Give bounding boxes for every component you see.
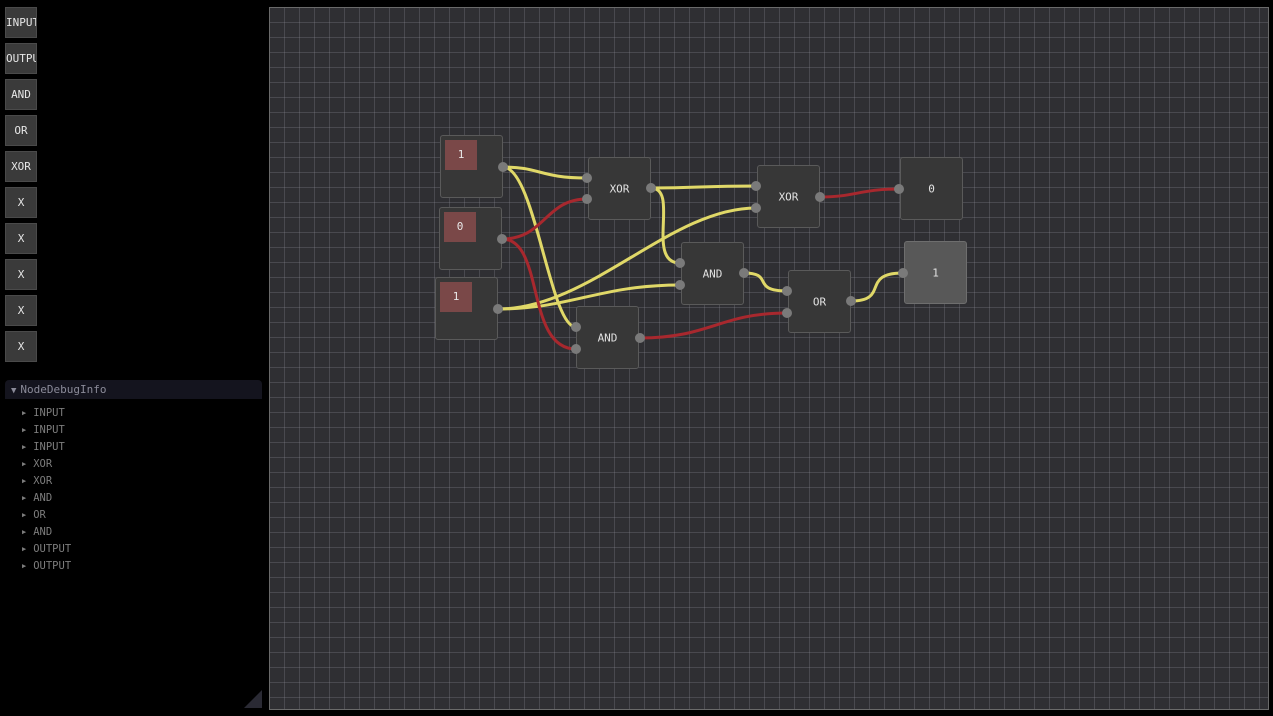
node-editor-canvas[interactable]: 1 0 1 XOR XOR AND AND OR 0 1 xyxy=(269,7,1269,710)
input-pin[interactable] xyxy=(675,280,685,290)
wire-xor1-xor2 xyxy=(649,184,758,190)
input-pin[interactable] xyxy=(751,203,761,213)
debug-tree-item[interactable]: ▶ AND xyxy=(22,524,52,540)
debug-tree-item[interactable]: ▶ INPUT xyxy=(22,439,65,455)
wire-or1-carry xyxy=(849,271,905,303)
wire-input1-and2 xyxy=(501,165,578,329)
input-pin[interactable] xyxy=(894,184,904,194)
debug-tree-item[interactable]: ▶ OR xyxy=(22,507,46,523)
input-toggle-2[interactable]: 0 xyxy=(444,212,476,242)
toolbar-x-button-1[interactable]: X xyxy=(5,187,37,218)
output-node-sum[interactable]: 0 xyxy=(900,157,963,220)
output-node-carry[interactable]: 1 xyxy=(904,241,967,304)
and-gate-node-1[interactable]: AND xyxy=(681,242,744,305)
wire-and2-or1 xyxy=(638,311,789,340)
debug-tree-item[interactable]: ▶ INPUT xyxy=(22,405,65,421)
node-label: XOR xyxy=(778,190,799,203)
expand-triangle-icon: ▶ xyxy=(22,426,27,434)
node-label: AND xyxy=(597,331,618,344)
add-and-button[interactable]: AND xyxy=(5,79,37,110)
expand-triangle-icon: ▶ xyxy=(22,460,27,468)
wire-input2-xor1 xyxy=(500,197,589,241)
input-pin[interactable] xyxy=(782,308,792,318)
wire-and1-or1 xyxy=(742,271,789,293)
expand-triangle-icon: ▶ xyxy=(22,528,27,536)
expand-triangle-icon: ▶ xyxy=(22,443,27,451)
input-pin[interactable] xyxy=(675,258,685,268)
input-pin[interactable] xyxy=(898,268,908,278)
expand-triangle-icon: ▶ xyxy=(22,409,27,417)
output-pin[interactable] xyxy=(739,268,749,278)
node-label: AND xyxy=(702,267,723,280)
expand-triangle-icon: ▶ xyxy=(22,545,27,553)
input-node-2[interactable]: 0 xyxy=(439,207,502,270)
debug-tree-item[interactable]: ▶ AND xyxy=(22,490,52,506)
node-debug-info-header[interactable]: ▼ NodeDebugInfo xyxy=(5,380,262,399)
node-label: XOR xyxy=(609,182,630,195)
add-input-button[interactable]: INPUT xyxy=(5,7,37,38)
resize-grip-icon[interactable] xyxy=(244,690,262,708)
wire-layer xyxy=(496,165,905,351)
debug-panel-title: NodeDebugInfo xyxy=(20,383,107,396)
wire-input2-and2 xyxy=(500,237,578,351)
expand-triangle-icon: ▶ xyxy=(22,494,27,502)
output-pin[interactable] xyxy=(646,183,656,193)
input-node-1[interactable]: 1 xyxy=(440,135,503,198)
input-pin[interactable] xyxy=(751,181,761,191)
collapse-triangle-icon: ▼ xyxy=(11,386,17,396)
input-pin[interactable] xyxy=(571,344,581,354)
wire-xor1-and1 xyxy=(649,186,682,265)
debug-tree-item[interactable]: ▶ XOR xyxy=(22,456,52,472)
input-toggle-1[interactable]: 1 xyxy=(445,140,477,170)
xor-gate-node-1[interactable]: XOR xyxy=(588,157,651,220)
toolbar-x-button-3[interactable]: X xyxy=(5,259,37,290)
and-gate-node-2[interactable]: AND xyxy=(576,306,639,369)
input-node-3[interactable]: 1 xyxy=(435,277,498,340)
debug-tree-item[interactable]: ▶ INPUT xyxy=(22,422,65,438)
expand-triangle-icon: ▶ xyxy=(22,511,27,519)
or-gate-node[interactable]: OR xyxy=(788,270,851,333)
output-pin[interactable] xyxy=(493,304,503,314)
xor-gate-node-2[interactable]: XOR xyxy=(757,165,820,228)
input-pin[interactable] xyxy=(582,173,592,183)
input-pin[interactable] xyxy=(571,322,581,332)
output-pin[interactable] xyxy=(498,162,508,172)
toolbar-x-button-4[interactable]: X xyxy=(5,295,37,326)
debug-tree-item[interactable]: ▶ OUTPUT xyxy=(22,541,71,557)
toolbar-x-button-5[interactable]: X xyxy=(5,331,37,362)
output-pin[interactable] xyxy=(497,234,507,244)
add-output-button[interactable]: OUTPUT xyxy=(5,43,37,74)
add-or-button[interactable]: OR xyxy=(5,115,37,146)
expand-triangle-icon: ▶ xyxy=(22,562,27,570)
pin-layer xyxy=(493,162,908,354)
expand-triangle-icon: ▶ xyxy=(22,477,27,485)
output-pin[interactable] xyxy=(635,333,645,343)
input-pin[interactable] xyxy=(582,194,592,204)
add-xor-button[interactable]: XOR xyxy=(5,151,37,182)
output-pin[interactable] xyxy=(815,192,825,202)
wire-input1-xor1 xyxy=(501,165,589,180)
debug-tree-item[interactable]: ▶ OUTPUT xyxy=(22,558,71,574)
input-toggle-3[interactable]: 1 xyxy=(440,282,472,312)
debug-tree-item[interactable]: ▶ XOR xyxy=(22,473,52,489)
toolbar-x-button-2[interactable]: X xyxy=(5,223,37,254)
wire-xor2-sum xyxy=(818,187,901,199)
output-pin[interactable] xyxy=(846,296,856,306)
node-label: OR xyxy=(812,295,827,308)
output-value: 0 xyxy=(928,182,935,195)
output-value: 1 xyxy=(932,266,939,279)
input-pin[interactable] xyxy=(782,286,792,296)
